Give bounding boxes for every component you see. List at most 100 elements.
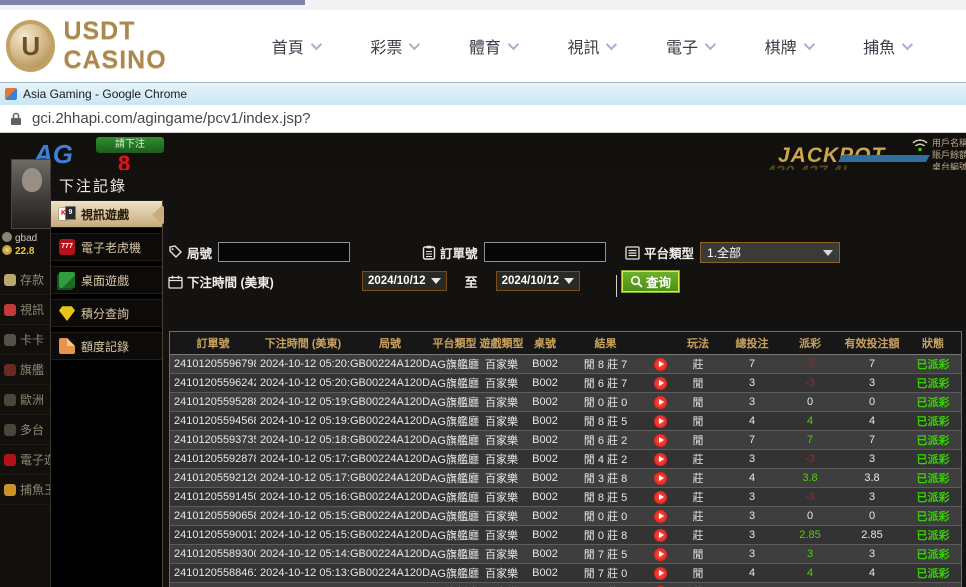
- column-header: 有效投注額: [837, 332, 907, 354]
- table-number-cell: B002: [524, 510, 566, 522]
- popup-sidebar: 視訊遊戲 777電子老虎機桌面遊戲積分查詢額度記錄: [51, 200, 163, 587]
- order-input[interactable]: [484, 242, 606, 262]
- payout-cell: -3: [783, 491, 837, 503]
- platform-label: 平台類型: [644, 243, 694, 262]
- background-menu-label: 歐洲: [20, 391, 44, 408]
- background-menu-item[interactable]: 歐洲: [0, 385, 52, 415]
- replay-icon[interactable]: [654, 415, 667, 428]
- bet-time-cell: 2024-10-12 05:20:28: [256, 377, 350, 389]
- replay-icon[interactable]: [654, 491, 667, 504]
- sidebar-item-slot[interactable]: 777電子老虎機: [51, 233, 162, 261]
- date-range: 2024/10/12 至 2024/10/12: [362, 271, 580, 291]
- bet-time-cell: 2024-10-12 05:14:41: [256, 548, 350, 560]
- order-number-cell: 241012055967981: [170, 358, 256, 370]
- nav-item-fishing[interactable]: 捕魚: [863, 34, 910, 58]
- sidebar-item-label: 電子老虎機: [81, 239, 141, 256]
- sidebar-item-table-games[interactable]: 桌面遊戲: [51, 266, 162, 294]
- nav-item-lottery[interactable]: 彩票: [370, 34, 417, 58]
- replay-icon[interactable]: [654, 529, 667, 542]
- game-type-cell: 百家樂: [479, 527, 524, 543]
- payout-cell: 0: [783, 396, 837, 408]
- table-row: 2410120559624242024-10-12 05:20:28GB0022…: [170, 374, 961, 393]
- result-cell: 閒 8 莊 5: [566, 489, 645, 505]
- table-info-label: 用戶名稱: [932, 137, 966, 149]
- chrome-favicon-icon: [5, 88, 17, 100]
- nav-item-slots[interactable]: 電子: [666, 34, 713, 58]
- total-bet-cell: 3: [721, 377, 783, 389]
- replay-icon[interactable]: [654, 453, 667, 466]
- replay-icon[interactable]: [654, 396, 667, 409]
- table-info-label: 賬戶餘額: [932, 149, 966, 161]
- background-menu-label: 存款: [20, 271, 44, 288]
- round-number-cell: GB00224A120DE: [350, 415, 430, 427]
- order-number-cell: 241012055900132: [170, 529, 256, 541]
- nav-item-cards[interactable]: 棋牌: [765, 34, 812, 58]
- round-number-cell: GB00224A120D8: [350, 529, 430, 541]
- bet-time-cell: 2024-10-12 05:19:07: [256, 415, 350, 427]
- menu-bullet-icon: [4, 394, 16, 406]
- table-number-cell: B002: [524, 396, 566, 408]
- browser-tab[interactable]: [0, 0, 305, 5]
- result-cell: 閒 3 莊 8: [566, 470, 645, 486]
- platform-cell: AG旗艦廳: [430, 527, 479, 543]
- nav-item-live[interactable]: 視訊: [567, 34, 614, 58]
- tag-icon: [168, 245, 183, 259]
- brand-logo[interactable]: U USDT CASINO: [6, 17, 236, 75]
- play-type-cell: 閒: [675, 375, 721, 391]
- background-menu-item[interactable]: 卡卡: [0, 325, 52, 355]
- background-menu-item[interactable]: 捕魚王: [0, 475, 52, 505]
- coin-icon: [2, 245, 12, 255]
- date-from-select[interactable]: 2024/10/12: [362, 271, 447, 291]
- bet-time-cell: 2024-10-12 05:16:33: [256, 491, 350, 503]
- sidebar-item-cards[interactable]: 視訊遊戲: [51, 200, 162, 228]
- round-number-cell: GB00224A120DG: [350, 377, 430, 389]
- calendar-icon: [168, 275, 183, 289]
- platform-cell: AG旗艦廳: [430, 508, 479, 524]
- result-cell: 閒 7 莊 0: [566, 565, 645, 581]
- result-cell: 閒 8 莊 5: [566, 413, 645, 429]
- payout-cell: 4: [783, 567, 837, 579]
- replay-cell: [645, 434, 675, 447]
- menu-bullet-icon: [4, 424, 16, 436]
- round-number-cell: GB00224A120DF: [350, 396, 430, 408]
- sidebar-item-ledger[interactable]: 額度記錄: [51, 332, 162, 360]
- background-menu-item[interactable]: 電子遊戲: [0, 445, 52, 475]
- bet-time-cell: 2024-10-12 05:17:06: [256, 472, 350, 484]
- replay-icon[interactable]: [654, 548, 667, 561]
- platform-cell: AG旗艦廳: [430, 356, 479, 372]
- chevron-down-icon: [508, 39, 519, 50]
- chrome-titlebar[interactable]: Asia Gaming - Google Chrome: [0, 82, 966, 105]
- sidebar-item-gem[interactable]: 積分查詢: [51, 299, 162, 327]
- result-cell: 閒 4 莊 2: [566, 451, 645, 467]
- background-menu-item[interactable]: 視訊: [0, 295, 52, 325]
- nav-label: 視訊: [567, 34, 599, 58]
- column-header: 訂單號: [170, 332, 256, 354]
- background-menu-item[interactable]: 多台: [0, 415, 52, 445]
- total-bet-cell: 3: [721, 491, 783, 503]
- column-header: 平台類型: [430, 332, 479, 354]
- game-page: AG ASIA GAMING 請下注 8 JACKPOT 430,437.4! …: [0, 133, 966, 587]
- replay-icon[interactable]: [654, 567, 667, 580]
- replay-icon[interactable]: [654, 434, 667, 447]
- total-bet-cell: 7: [721, 358, 783, 370]
- search-button[interactable]: 查询: [622, 271, 679, 292]
- chrome-urlbar[interactable]: gci.2hhapi.com/agingame/pcv1/index.jsp?: [0, 105, 966, 133]
- table-number-cell: B002: [524, 567, 566, 579]
- replay-icon[interactable]: [654, 358, 667, 371]
- replay-icon[interactable]: [654, 510, 667, 523]
- background-menu-item[interactable]: 旗艦: [0, 355, 52, 385]
- date-to-select[interactable]: 2024/10/12: [496, 271, 581, 291]
- table-row: 2410120558846172024-10-12 05:13:59GB0022…: [170, 564, 961, 583]
- round-input[interactable]: [218, 242, 350, 262]
- replay-icon[interactable]: [654, 472, 667, 485]
- round-number-cell: GB00224A120D7: [350, 548, 430, 560]
- bet-time-filter: 下注時間 (美東): [168, 272, 280, 291]
- search-icon: [630, 275, 643, 288]
- background-menu-item[interactable]: 存款: [0, 265, 52, 295]
- column-header: 遊戲類型: [479, 332, 524, 354]
- replay-icon[interactable]: [654, 377, 667, 390]
- replay-cell: [645, 548, 675, 561]
- platform-select[interactable]: 1.全部: [700, 242, 840, 263]
- nav-item-home[interactable]: 首頁: [272, 34, 319, 58]
- nav-item-sports[interactable]: 體育: [469, 34, 516, 58]
